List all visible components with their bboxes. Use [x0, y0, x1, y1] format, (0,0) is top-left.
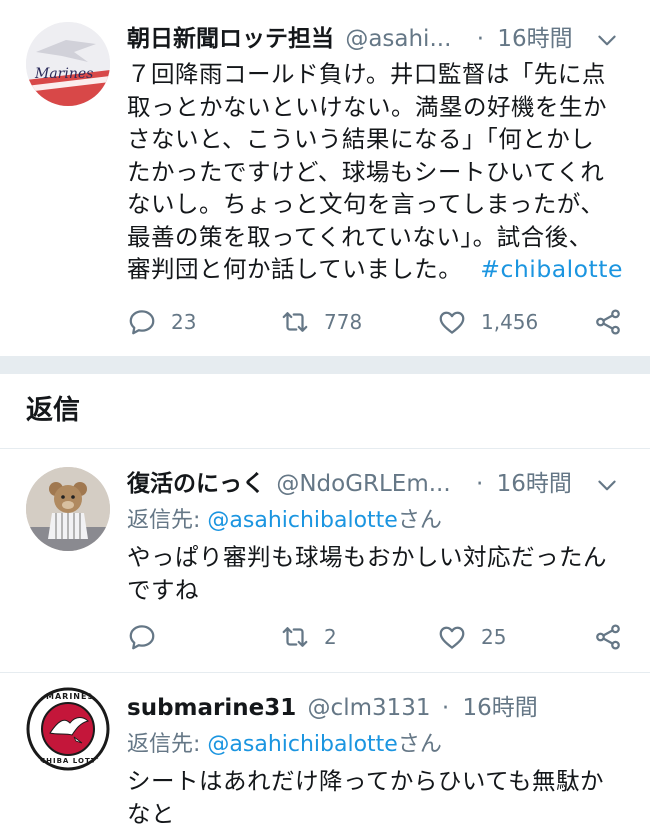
display-name[interactable]: 朝日新聞ロッテ担当 — [127, 26, 334, 52]
tweet-header: 朝日新聞ロッテ担当 @asahi... · 16時間 — [127, 22, 573, 56]
reply-to-suffix: さん — [397, 732, 442, 757]
timestamp[interactable]: 16時間 — [497, 471, 572, 497]
avatar[interactable]: Marines — [26, 22, 110, 106]
share-button[interactable] — [593, 302, 637, 342]
like-icon — [439, 626, 465, 649]
reply-to-line: 返信先: @asahichibalotteさん — [127, 505, 442, 537]
display-name[interactable]: 復活のにっく — [127, 471, 265, 497]
reply-count: 23 — [171, 310, 197, 334]
text-line: 取っとかないといけない。満塁の好機を生か — [127, 92, 607, 121]
reply-to-suffix: さん — [397, 508, 442, 533]
replies-heading: 返信 — [26, 395, 80, 426]
retweet-count: 2 — [324, 625, 337, 649]
share-button[interactable] — [593, 617, 637, 657]
user-handle[interactable]: @asahi... — [345, 26, 451, 52]
logo-text-bottom: CHIBA LOTTE — [40, 757, 103, 765]
tweet-text: ７回降雨コールド負け。井口監督は「先に点 取っとかないといけない。満塁の好機を生… — [127, 58, 627, 286]
reply-button[interactable] — [127, 617, 171, 657]
user-handle[interactable]: @NdoGRLEm... — [276, 471, 450, 497]
text-line: たかったですけど、球場もシートひいてくれ — [127, 157, 605, 186]
text-line: 最善の策を取ってくれていない」。試合後、 — [127, 222, 593, 251]
reply-button[interactable]: 23 — [127, 302, 196, 342]
share-icon — [596, 624, 620, 650]
user-handle[interactable]: @clm3131 — [308, 695, 431, 721]
avatar[interactable] — [26, 467, 110, 551]
display-name[interactable]: submarine31 — [127, 695, 296, 721]
text-line: やっぱり審判も球場もおかしい対応だったん — [127, 543, 607, 571]
text-line: ７回降雨コールド負け。井口監督は「先に点 — [127, 60, 606, 88]
retweet-count: 778 — [324, 310, 363, 334]
tweet-actions: 23 778 1,456 — [127, 302, 627, 342]
text-line: なと — [127, 799, 175, 828]
caret-down-icon[interactable] — [594, 28, 620, 54]
text-line: ですね — [127, 575, 199, 604]
bear-avatar-image — [26, 467, 110, 551]
text-line: 審判団と何か話していました。 #chibalotte — [127, 253, 627, 286]
main-tweet[interactable]: Marines 朝日新聞ロッテ担当 @asahi... · 16時間 ７回降雨コ… — [0, 0, 650, 356]
mention-link[interactable]: @asahichibalotte — [207, 508, 397, 533]
tweet-text: やっぱり審判も球場もおかしい対応だったん ですね — [127, 541, 627, 606]
separator-dot: · — [476, 471, 484, 497]
reply-to-prefix: 返信先: — [127, 732, 208, 757]
hashtag-link[interactable]: #chibalotte — [480, 255, 623, 283]
avatar-label: Marines — [35, 66, 94, 82]
like-button[interactable]: 25 — [437, 617, 506, 657]
like-count: 1,456 — [481, 310, 539, 334]
retweet-icon — [282, 627, 308, 647]
text-line: シートはあれだけ降ってからひいても無駄か — [127, 767, 604, 795]
section-separator — [0, 356, 650, 374]
share-icon — [596, 309, 620, 335]
like-button[interactable]: 1,456 — [437, 302, 538, 342]
like-count: 25 — [481, 625, 507, 649]
logo-text-top: MARINES — [46, 692, 95, 701]
retweet-icon — [282, 312, 308, 332]
text-line-content: 審判団と何か話していました。 — [127, 255, 463, 283]
tweet-header: 復活のにっく @NdoGRLEm... · 16時間 — [127, 467, 572, 501]
text-line: さないと、こういう結果になる」「何とかし — [127, 125, 595, 153]
timestamp[interactable]: 16時間 — [497, 26, 572, 52]
retweet-button[interactable]: 778 — [280, 302, 362, 342]
retweet-button[interactable]: 2 — [280, 617, 337, 657]
separator-dot: · — [476, 26, 485, 52]
timestamp[interactable]: 16時間 — [462, 695, 537, 721]
caret-down-icon[interactable] — [594, 473, 620, 499]
reply-icon — [129, 310, 155, 335]
avatar[interactable]: MARINES CHIBA LOTTE — [26, 687, 110, 771]
text-line: ないし。ちょっと文句を言ってしまったが、 — [127, 190, 605, 218]
tweet-text: シートはあれだけ降ってからひいても無駄か なと — [127, 765, 627, 830]
tweet-header: submarine31 @clm3131 · 16時間 — [127, 691, 538, 725]
reply-icon — [129, 625, 155, 650]
mention-link[interactable]: @asahichibalotte — [207, 732, 397, 757]
reply-to-prefix: 返信先: — [127, 508, 208, 533]
like-icon — [439, 311, 465, 334]
reply-to-line: 返信先: @asahichibalotteさん — [127, 729, 442, 761]
marines-avatar-image — [26, 22, 110, 106]
reply-tweet[interactable]: MARINES CHIBA LOTTE submarine31 @clm3131… — [0, 673, 650, 840]
separator-dot: · — [441, 695, 450, 721]
tweet-actions: 2 25 — [127, 617, 627, 657]
reply-tweet[interactable]: 復活のにっく @NdoGRLEm... · 16時間 返信先: @asahich… — [0, 449, 650, 672]
